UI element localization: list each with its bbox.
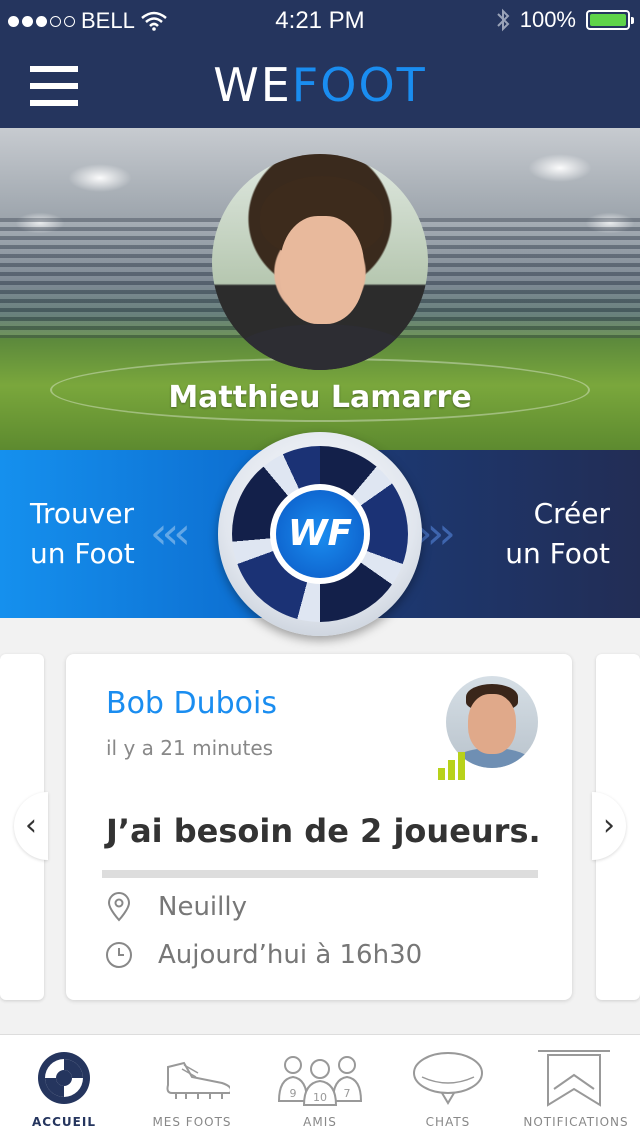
card-datetime-row: Aujourd’hui à 16h30: [104, 940, 422, 970]
football-boot-icon: [166, 1061, 230, 1099]
card-message: J’ai besoin de 2 joueurs.: [106, 812, 541, 850]
logo-we: WE: [213, 58, 292, 112]
chevrons-left-icon: ‹‹‹: [150, 508, 191, 559]
status-bar: BELL 4:21 PM 100%: [0, 0, 640, 40]
chat-bubble-icon: [413, 1052, 483, 1105]
battery-percent: 100%: [519, 7, 576, 32]
profile-avatar[interactable]: [212, 154, 428, 370]
app-logo: WEFOOT: [0, 58, 640, 112]
logo-foot: FOOT: [291, 58, 427, 112]
create-foot-line2: un Foot: [505, 537, 610, 570]
badge-text: WF: [276, 490, 364, 578]
notification-flag-icon: [538, 1050, 610, 1107]
battery-fill: [590, 14, 626, 26]
jersey-number: 10: [313, 1091, 327, 1104]
feed-card[interactable]: Bob Dubois il y a 21 minutes J’ai besoin…: [66, 654, 572, 1000]
location-pin-icon: [107, 892, 131, 922]
profile-name: Matthieu Lamarre: [168, 380, 472, 415]
jersey-number: 7: [344, 1087, 351, 1100]
find-foot-label: Trouver un Foot: [30, 494, 135, 574]
card-location: Neuilly: [158, 892, 247, 922]
create-foot-label: Créer un Foot: [505, 494, 610, 574]
tab-accueil[interactable]: ACCUEIL: [0, 1035, 128, 1137]
tab-label: ACCUEIL: [32, 1115, 96, 1129]
status-right: 100%: [496, 7, 634, 33]
nav-bar: WEFOOT: [0, 40, 640, 128]
find-foot-line2: un Foot: [30, 537, 135, 570]
profile-hero: Matthieu Lamarre: [0, 128, 640, 450]
tab-label: MES FOOTS: [152, 1115, 232, 1129]
tab-label: CHATS: [425, 1115, 471, 1129]
clock-icon: [106, 942, 132, 968]
create-foot-line1: Créer: [533, 497, 610, 530]
tab-bar: ACCUEIL MES FOOTS 9 10 7 AMIS CHATS NOTI…: [0, 1034, 640, 1137]
wefoot-badge-icon[interactable]: WF: [218, 432, 422, 636]
find-foot-line1: Trouver: [30, 497, 135, 530]
bluetooth-icon: [497, 8, 510, 32]
tab-label: AMIS: [303, 1115, 337, 1129]
card-location-row: Neuilly: [104, 892, 247, 922]
card-datetime: Aujourd’hui à 16h30: [158, 940, 423, 970]
tab-chats[interactable]: CHATS: [384, 1035, 512, 1137]
tab-amis[interactable]: 9 10 7 AMIS: [256, 1035, 384, 1137]
card-author[interactable]: Bob Dubois: [106, 686, 277, 721]
card-divider: [102, 870, 538, 878]
jersey-number: 9: [290, 1087, 297, 1100]
tab-label: NOTIFICATIONS: [523, 1115, 629, 1129]
battery-icon: [586, 10, 634, 30]
home-lens-icon: [38, 1052, 90, 1104]
tab-notifications[interactable]: NOTIFICATIONS: [512, 1035, 640, 1137]
friends-icon: 9 10 7: [277, 1056, 363, 1106]
card-time-ago: il y a 21 minutes: [106, 736, 274, 760]
tab-mes-foots[interactable]: MES FOOTS: [128, 1035, 256, 1137]
signal-level-icon: [438, 752, 470, 780]
